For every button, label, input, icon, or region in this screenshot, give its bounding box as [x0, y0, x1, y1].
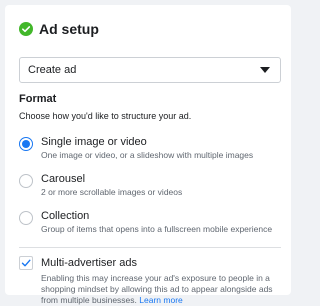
- option-label: Carousel: [41, 173, 86, 185]
- ad-setup-card: Ad setup Create ad Format Choose how you…: [5, 5, 291, 305]
- format-subtitle: Choose how you'd like to structure your …: [19, 111, 192, 121]
- radio-button[interactable]: [19, 174, 33, 188]
- radio-button-selected[interactable]: [19, 137, 33, 151]
- option-label: Single image or video: [41, 136, 147, 148]
- option-label: Collection: [41, 210, 90, 222]
- format-option-single-image-or-video[interactable]: Single image or video One image or video…: [19, 136, 277, 162]
- option-description: 2 or more scrollable images or videos: [41, 187, 183, 197]
- divider: [19, 247, 281, 248]
- ad-type-select[interactable]: Create ad: [19, 57, 281, 83]
- multi-advertiser-ads-option[interactable]: Multi-advertiser ads Enabling this may i…: [19, 256, 277, 306]
- multi-advertiser-checkbox[interactable]: [19, 256, 33, 270]
- check-circle-icon: [19, 22, 33, 36]
- format-option-collection[interactable]: Collection Group of items that opens int…: [19, 210, 277, 236]
- multi-advertiser-label: Multi-advertiser ads: [41, 257, 137, 269]
- radio-dot: [22, 140, 30, 148]
- ad-setup-header: Ad setup: [19, 19, 277, 39]
- checkmark-icon: [21, 259, 31, 267]
- radio-button[interactable]: [19, 211, 33, 225]
- option-description: Group of items that opens into a fullscr…: [41, 224, 273, 234]
- section-title: Ad setup: [39, 21, 99, 37]
- learn-more-link[interactable]: Learn more: [139, 295, 182, 305]
- ad-type-select-value: Create ad: [28, 64, 77, 76]
- multi-advertiser-description: Enabling this may increase your ad's exp…: [41, 273, 277, 306]
- caret-down-icon: [260, 67, 270, 73]
- format-option-carousel[interactable]: Carousel 2 or more scrollable images or …: [19, 173, 277, 199]
- format-heading: Format: [19, 93, 57, 105]
- option-description: One image or video, or a slideshow with …: [41, 150, 254, 160]
